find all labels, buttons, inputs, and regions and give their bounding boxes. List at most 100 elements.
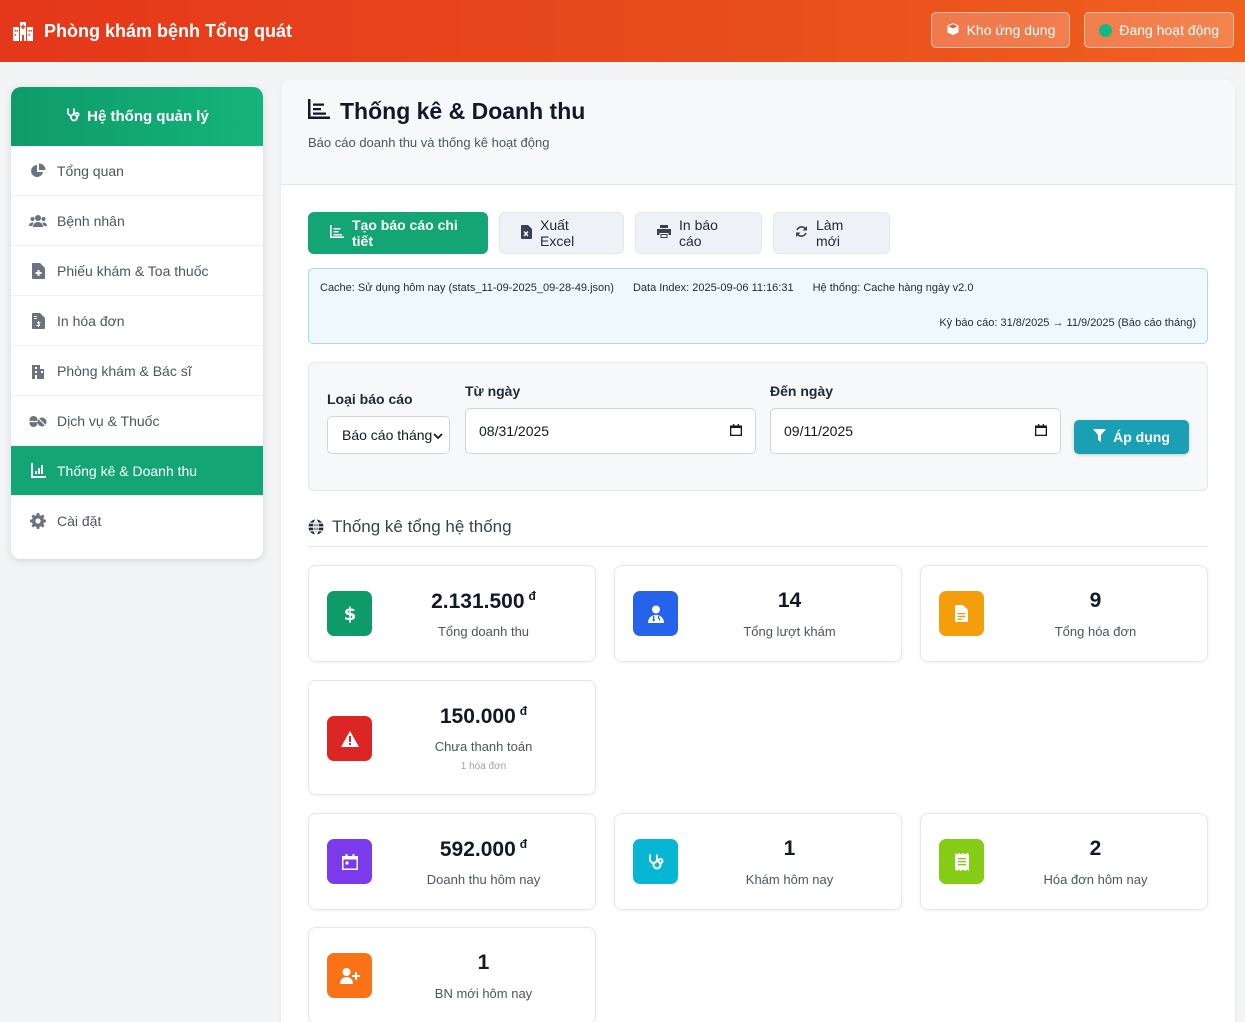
to-date-value: 09/11/2025 (784, 423, 854, 439)
sidebar-item-invoices[interactable]: In hóa đơn (11, 296, 263, 346)
stat-label: Hóa đơn hôm nay (1043, 872, 1148, 887)
stat-label: Tổng hóa đơn (1054, 624, 1137, 639)
hospital-icon (29, 362, 47, 380)
stat-card-unpaid: 150.000 đ Chưa thanh toán 1 hóa đơn (308, 680, 596, 795)
sidebar-item-overview[interactable]: Tổng quan (11, 146, 263, 196)
status-dot-icon (1099, 23, 1113, 37)
top-bar: Phòng khám bệnh Tổng quát Kho ứng dụng Đ… (0, 0, 1245, 62)
export-excel-button[interactable]: Xuất Excel (499, 212, 624, 254)
sidebar-item-label: Thống kê & Doanh thu (57, 462, 198, 479)
report-type-select[interactable]: Báo cáo tháng (327, 416, 450, 454)
chart-icon (308, 98, 330, 125)
stat-value: 14 (777, 589, 802, 612)
stat-value: 2 (1089, 837, 1102, 860)
page-header: Thống kê & Doanh thu Báo cáo doanh thu v… (281, 80, 1235, 185)
user-plus-icon (327, 953, 372, 998)
app-store-label: Kho ứng dụng (966, 22, 1056, 38)
stethoscope-icon (633, 839, 678, 884)
page-title: Thống kê & Doanh thu (340, 98, 586, 124)
hospital-building-icon (12, 21, 34, 41)
currency-symbol: đ (528, 589, 536, 603)
sidebar-item-label: Phòng khám & Bác sĩ (57, 362, 192, 379)
report-type-label: Loại báo cáo (327, 391, 413, 407)
export-excel-label: Xuất Excel (540, 217, 575, 249)
calendar-icon (327, 839, 372, 884)
sidebar-item-patients[interactable]: Bệnh nhân (11, 196, 263, 246)
stat-label: Tổng lượt khám (743, 624, 836, 639)
from-date-input[interactable]: 08/31/2025 (465, 408, 756, 454)
stat-card-revenue-today: 592.000 đ Doanh thu hôm nay (308, 813, 596, 910)
from-date-value: 08/31/2025 (479, 423, 550, 439)
sidebar-item-medical-records[interactable]: Phiếu khám & Toa thuốc (11, 246, 263, 296)
cache-info-box: Cache: Sử dụng hôm nay (stats_11-09-2025… (308, 268, 1208, 344)
detail-report-button[interactable]: Tạo báo cáo chi tiết (308, 212, 488, 254)
sidebar-header: Hệ thống quản lý (11, 87, 263, 146)
sidebar-item-clinics-doctors[interactable]: Phòng khám & Bác sĩ (11, 346, 263, 396)
sidebar-item-label: Phiếu khám & Toa thuốc (57, 262, 209, 279)
print-report-button[interactable]: In báo cáo (635, 212, 762, 254)
from-date-label: Từ ngày (465, 383, 521, 399)
calendar-icon[interactable] (730, 423, 742, 439)
svg-text:$: $ (343, 604, 356, 624)
main-panel: Thống kê & Doanh thu Báo cáo doanh thu v… (281, 80, 1235, 1022)
dollar-icon: $ (327, 591, 372, 636)
printer-icon (657, 225, 671, 241)
sidebar-item-label: Dịch vụ & Thuốc (57, 412, 160, 429)
stat-label: Khám hôm nay (745, 872, 834, 887)
stat-value: 1 (783, 837, 796, 860)
stat-card-total-revenue: $ 2.131.500 đ Tổng doanh thu (308, 565, 596, 662)
detail-report-label: Tạo báo cáo chi tiết (352, 217, 458, 249)
stat-card-invoices-today: 2 Hóa đơn hôm nay (920, 813, 1208, 910)
stat-card-visits-today: 1 Khám hôm nay (614, 813, 902, 910)
sidebar-item-label: Cài đặt (57, 513, 102, 529)
system-info: Hệ thống: Cache hàng ngày v2.0 (812, 282, 974, 294)
sidebar-item-label: Tổng quan (57, 162, 124, 179)
calendar-icon[interactable] (1035, 423, 1047, 439)
pie-chart-icon (29, 162, 47, 180)
gear-icon (29, 512, 47, 530)
data-index: Data Index: 2025-09-06 11:16:31 (632, 282, 794, 294)
globe-icon (308, 519, 324, 540)
chevron-down-icon (433, 427, 443, 443)
to-date-input[interactable]: 09/11/2025 (770, 408, 1061, 454)
invoice-icon (29, 312, 47, 330)
refresh-button[interactable]: Làm mới (773, 212, 890, 254)
status-label: Đang hoạt động (1119, 22, 1219, 38)
medical-file-icon (29, 262, 47, 280)
stat-label: BN mới hôm nay (434, 986, 533, 1001)
status-button[interactable]: Đang hoạt động (1084, 12, 1234, 48)
pills-icon (29, 412, 47, 430)
stat-card-new-patients-today: 1 BN mới hôm nay (308, 927, 596, 1022)
refresh-label: Làm mới (816, 217, 844, 249)
to-date-label: Đến ngày (770, 383, 834, 399)
currency-symbol: đ (519, 837, 528, 851)
app-store-button[interactable]: Kho ứng dụng (930, 12, 1071, 48)
stethoscope-icon (65, 107, 81, 127)
action-toolbar: Tạo báo cáo chi tiết Xuất Excel In báo c… (308, 212, 890, 254)
report-period: Kỳ báo cáo: 31/8/2025 → 11/9/2025 (Báo c… (939, 317, 1196, 329)
stat-card-total-visits: 14 Tổng lượt khám (614, 565, 902, 662)
stat-value: 592.000 đ (439, 837, 528, 861)
stat-note: 1 hóa đơn (460, 761, 507, 772)
refresh-icon (795, 225, 808, 241)
stat-label: Tổng doanh thu (437, 624, 530, 639)
sidebar-item-services-medicines[interactable]: Dịch vụ & Thuốc (11, 396, 263, 446)
chart-icon (29, 462, 47, 480)
filter-icon (1093, 429, 1107, 445)
page-subtitle: Báo cáo doanh thu và thống kê hoạt động (308, 135, 550, 150)
apply-button[interactable]: Áp dụng (1074, 420, 1189, 454)
stat-value: 9 (1089, 589, 1102, 612)
excel-file-icon (521, 224, 532, 242)
sidebar-item-label: Bệnh nhân (57, 212, 125, 229)
section-title: Thống kê tổng hệ thống (308, 517, 1208, 547)
brand[interactable]: Phòng khám bệnh Tổng quát (12, 21, 292, 42)
sidebar-item-settings[interactable]: Cài đặt (11, 496, 263, 546)
print-report-label: In báo cáo (679, 217, 718, 249)
stat-label: Doanh thu hôm nay (426, 872, 541, 887)
sidebar-item-statistics[interactable]: Thống kê & Doanh thu (11, 446, 263, 496)
report-type-value: Báo cáo tháng (342, 427, 433, 443)
stat-card-total-invoices: 9 Tổng hóa đơn (920, 565, 1208, 662)
stat-value: 1 (477, 951, 490, 974)
receipt-icon (939, 839, 984, 884)
warning-icon (327, 716, 372, 761)
